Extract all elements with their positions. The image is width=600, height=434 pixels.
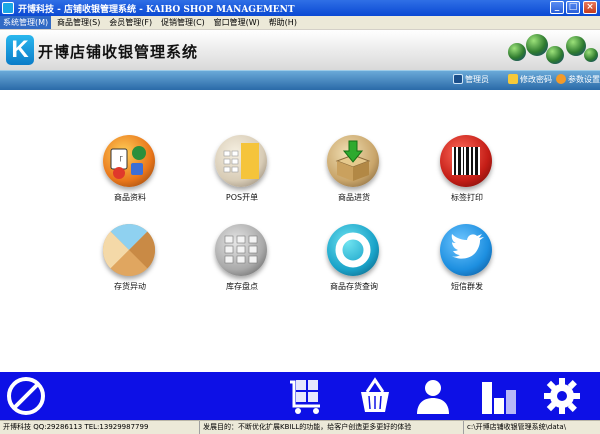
globe-icon bbox=[584, 48, 598, 62]
status-data-path: c:\开博店铺收银管理系统\data\ bbox=[467, 423, 567, 431]
stop-icon[interactable] bbox=[6, 376, 46, 416]
chart-icon[interactable] bbox=[478, 376, 518, 416]
gear-icon[interactable] bbox=[540, 376, 584, 416]
user-icon[interactable] bbox=[413, 376, 453, 416]
toolbar-strip: 管理员 修改密码 参数设置 bbox=[0, 70, 600, 90]
tile-label: 标签打印 bbox=[451, 193, 483, 202]
tile-label: 库存盘点 bbox=[226, 282, 258, 291]
tile-label: 商品资料 bbox=[114, 193, 146, 202]
tile-stocktaking[interactable]: 库存盘点 bbox=[207, 224, 277, 304]
user-icon bbox=[453, 74, 463, 84]
tile-pos-billing[interactable]: POS开单 bbox=[207, 135, 277, 215]
settings-label: 参数设置 bbox=[568, 75, 600, 84]
tile-label: 商品存货查询 bbox=[330, 282, 378, 291]
barcode-icon bbox=[440, 135, 492, 187]
app-icon bbox=[2, 2, 14, 14]
main-panel: 「 商品资料 POS开单 商品进货 标签打印 存货异动 库存盘点 商品存货查询 … bbox=[0, 90, 600, 372]
menu-bar: 系统管理(M) 商品管理(S) 会员管理(F) 促销管理(C) 窗口管理(W) … bbox=[0, 16, 600, 30]
close-button[interactable]: × bbox=[583, 1, 597, 14]
window-title-bar: 开博科技 - 店铺收银管理系统 - KAIBO SHOP MANAGEMENT … bbox=[0, 0, 600, 16]
menu-promotions[interactable]: 促销管理(C) bbox=[158, 16, 208, 29]
tile-sms-broadcast[interactable]: 短信群发 bbox=[432, 224, 502, 304]
menu-members[interactable]: 会员管理(F) bbox=[106, 16, 155, 29]
tile-stock-query[interactable]: 商品存货查询 bbox=[319, 224, 389, 304]
header-banner: K 开博店铺收银管理系统 bbox=[0, 30, 600, 70]
globe-icon bbox=[566, 36, 586, 56]
menu-help[interactable]: 帮助(H) bbox=[266, 16, 300, 29]
tile-product-info[interactable]: 「 商品资料 bbox=[95, 135, 165, 215]
tile-label: 商品进货 bbox=[338, 193, 370, 202]
tile-stock-in[interactable]: 商品进货 bbox=[319, 135, 389, 215]
keypad-icon bbox=[215, 224, 267, 276]
menu-products[interactable]: 商品管理(S) bbox=[54, 16, 103, 29]
menu-system[interactable]: 系统管理(M) bbox=[0, 16, 52, 29]
bottom-toolbar bbox=[0, 372, 600, 420]
status-bar: 开博科技 QQ:29286113 TEL:13929987799 发展目的：不断… bbox=[0, 420, 600, 434]
app-name: 开博店铺收银管理系统 bbox=[38, 43, 199, 61]
settings-icon bbox=[556, 74, 566, 84]
basket-icon[interactable] bbox=[355, 376, 395, 416]
tile-label: 存货异动 bbox=[114, 282, 146, 291]
calculator-icon bbox=[215, 135, 267, 187]
tile-inventory-change[interactable]: 存货异动 bbox=[95, 224, 165, 304]
stock-query-icon bbox=[327, 224, 379, 276]
bird-sms-icon bbox=[440, 224, 492, 276]
tile-label: POS开单 bbox=[225, 193, 259, 202]
status-company: 开博科技 QQ:29286113 TEL:13929987799 bbox=[0, 421, 200, 434]
globe-icon bbox=[508, 43, 526, 61]
window-title: 开博科技 - 店铺收银管理系统 - KAIBO SHOP MANAGEMENT bbox=[18, 5, 295, 15]
globe-icon bbox=[546, 46, 564, 64]
globe-icon bbox=[526, 34, 548, 56]
menu-window[interactable]: 窗口管理(W) bbox=[211, 16, 263, 29]
pencil-icon bbox=[508, 74, 518, 84]
change-password-label: 修改密码 bbox=[520, 75, 552, 84]
svg-text:「: 「 bbox=[115, 156, 123, 165]
stock-in-icon bbox=[327, 135, 379, 187]
inventory-change-icon bbox=[103, 224, 155, 276]
cart-icon[interactable] bbox=[286, 376, 326, 416]
product-info-icon: 「 bbox=[103, 135, 155, 187]
change-password-link[interactable]: 修改密码 bbox=[508, 74, 552, 85]
minimize-button[interactable]: _ bbox=[550, 1, 564, 14]
logo: K bbox=[6, 35, 34, 65]
maximize-button[interactable]: □ bbox=[566, 1, 580, 14]
status-message: 发展目的：不断优化扩展KBILL的功能，给客户创造更多更好的体验 bbox=[200, 421, 464, 434]
settings-link[interactable]: 参数设置 bbox=[556, 74, 600, 85]
user-link[interactable]: 管理员 bbox=[453, 74, 489, 85]
tile-label-print[interactable]: 标签打印 bbox=[432, 135, 502, 215]
tile-label: 短信群发 bbox=[451, 282, 483, 291]
user-label: 管理员 bbox=[465, 75, 489, 84]
